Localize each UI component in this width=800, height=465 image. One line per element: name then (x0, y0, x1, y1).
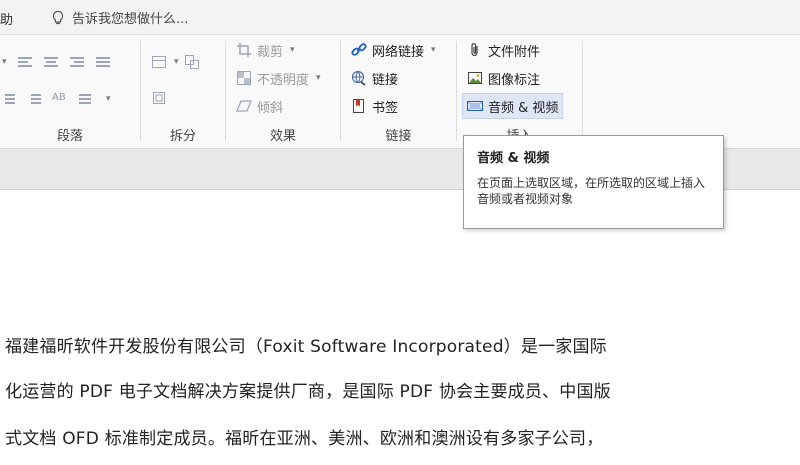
file-attachment-label: 文件附件 (488, 44, 541, 60)
align-right-icon[interactable] (69, 55, 85, 69)
align-left-icon[interactable] (17, 55, 33, 69)
group-links: 网络链接 ▾ 链接 书签 链接 (341, 35, 456, 148)
group-paragraph: ▾ AB ▾ 段落 (0, 35, 140, 148)
crop-icon (236, 42, 252, 58)
audio-video-button[interactable]: 音频 & 视频 (461, 93, 564, 119)
link-label: 链接 (372, 72, 399, 88)
ribbon-tab-help[interactable]: 助 (0, 9, 13, 28)
paragraph-spacing-row: AB ▾ (0, 92, 111, 106)
chevron-down-icon[interactable]: ▾ (106, 94, 111, 104)
film-strip-icon (467, 98, 483, 114)
link-button[interactable]: 链接 (351, 67, 398, 89)
split-document-icon (151, 54, 167, 70)
group-label-split: 拆分 (169, 129, 196, 144)
document-line: 式文档 OFD 标准制定成员。福昕在亚洲、美洲、欧洲和澳洲设有多家子公司， (5, 429, 604, 449)
web-link-label: 网络链接 (372, 44, 425, 60)
group-label-paragraph: 段落 (56, 129, 83, 144)
chevron-down-icon: ▾ (290, 45, 295, 55)
image-icon (467, 70, 483, 86)
chevron-down-icon: ▾ (174, 57, 179, 67)
skew-button[interactable]: 倾斜 (236, 95, 283, 117)
tooltip-body: 在页面上选取区域，在所选取的区域上插入音频或者视频对象 (477, 176, 706, 206)
group-insert: 文件附件 图像标注 音频 & 视频 插入 (457, 35, 582, 148)
align-justify-icon[interactable] (95, 55, 111, 69)
group-label-links: 链接 (385, 129, 412, 144)
line-spacing-icon[interactable] (0, 92, 16, 106)
bookmark-label: 书签 (372, 100, 399, 116)
audio-video-tooltip: 音频 & 视频 在页面上选取区域，在所选取的区域上插入音频或者视频对象 (463, 135, 724, 229)
tell-me-text: 告诉我您想做什么... (72, 12, 189, 27)
split-pages-icon (184, 54, 200, 70)
opacity-icon (236, 70, 252, 86)
ribbon: ▾ AB ▾ 段落 ▾ 拆分 裁剪 ▾ 不透明度 ▾ 倾斜 效果 网络链接 ▾ … (0, 35, 800, 149)
tooltip-title: 音频 & 视频 (477, 151, 550, 166)
split-button[interactable]: ▾ (151, 51, 200, 73)
crop-label: 裁剪 (257, 44, 284, 60)
image-annotation-button[interactable]: 图像标注 (467, 67, 540, 89)
skew-icon (236, 98, 252, 114)
web-link-button[interactable]: 网络链接 ▾ (351, 39, 436, 61)
document-line: 化运营的 PDF 电子文档解决方案提供厂商，是国际 PDF 协会主要成员、中国版 (5, 382, 611, 402)
skew-label: 倾斜 (257, 100, 284, 116)
audio-video-label: 音频 & 视频 (488, 100, 559, 116)
chevron-down-icon: ▾ (431, 45, 436, 55)
character-spacing-icon[interactable]: AB (52, 92, 68, 106)
chevron-down-icon: ▾ (316, 73, 321, 83)
chain-link-icon (351, 42, 367, 58)
image-annotation-label: 图像标注 (488, 72, 541, 88)
globe-link-icon (351, 70, 367, 86)
file-attachment-button[interactable]: 文件附件 (467, 39, 540, 61)
group-label-effects: 效果 (269, 129, 296, 144)
document-page: 福建福昕软件开发股份有限公司（Foxit Software Incorporat… (0, 190, 800, 465)
opacity-label: 不透明度 (257, 72, 310, 88)
indent-icon[interactable] (78, 92, 94, 106)
opacity-button[interactable]: 不透明度 ▾ (236, 67, 321, 89)
chevron-down-icon[interactable]: ▾ (2, 57, 7, 67)
bookmark-icon (351, 98, 367, 114)
bookmark-button[interactable]: 书签 (351, 95, 398, 117)
lightbulb-icon (50, 10, 66, 26)
crop-button[interactable]: 裁剪 ▾ (236, 39, 295, 61)
title-bar: 助 告诉我您想做什么... (0, 0, 800, 35)
align-center-icon[interactable] (43, 55, 59, 69)
group-effects: 裁剪 ▾ 不透明度 ▾ 倾斜 效果 (226, 35, 340, 148)
group-split: ▾ 拆分 (141, 35, 225, 148)
paperclip-icon (467, 42, 483, 58)
paragraph-spacing-icon[interactable] (26, 92, 42, 106)
ribbon-divider (582, 41, 583, 141)
split-settings-button[interactable] (151, 87, 167, 109)
tell-me-search[interactable]: 告诉我您想做什么... (50, 8, 188, 27)
paragraph-align-row: ▾ (0, 55, 111, 69)
document-line: 福建福昕软件开发股份有限公司（Foxit Software Incorporat… (5, 337, 607, 357)
split-frame-icon (151, 90, 167, 106)
